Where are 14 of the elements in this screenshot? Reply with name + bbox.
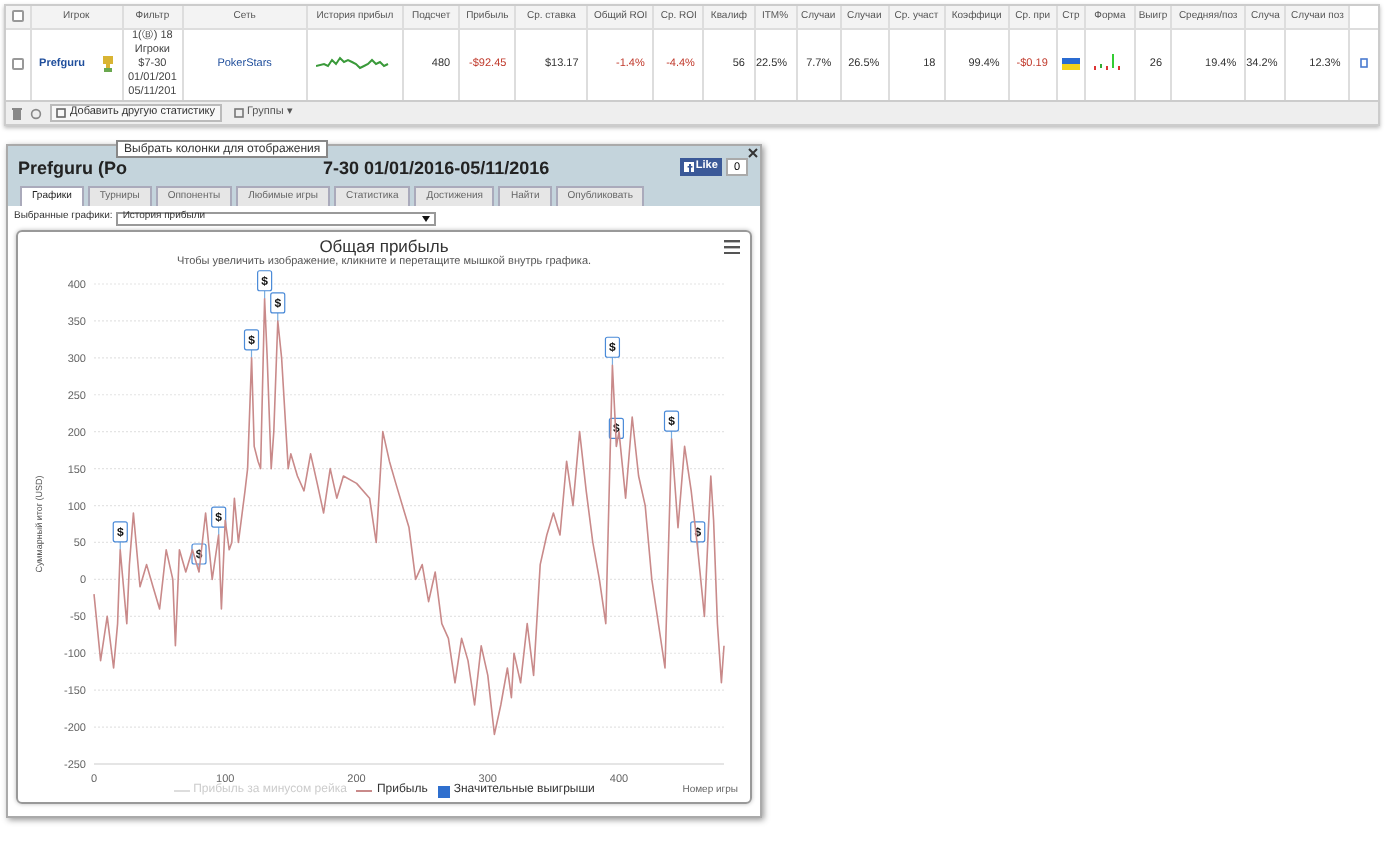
- close-icon[interactable]: [748, 148, 758, 158]
- dropdown-arrow-icon: [422, 215, 431, 221]
- select-all-checkbox[interactable]: [11, 10, 24, 23]
- trophy-icon: [101, 56, 114, 73]
- flag-icon: [1061, 58, 1080, 71]
- trash-icon[interactable]: [12, 107, 22, 119]
- menu-icon[interactable]: [724, 240, 740, 254]
- profit-sparkline: [316, 54, 393, 75]
- chart-title: Общая прибыль: [319, 236, 449, 256]
- facebook-icon: [683, 162, 694, 172]
- link-icon[interactable]: [1360, 58, 1369, 69]
- panel-title: 7-30 01/01/2016-05/11/2016: [323, 155, 550, 182]
- row-checkbox[interactable]: [11, 58, 24, 71]
- panel-title: Prefguru (Po: [18, 155, 128, 182]
